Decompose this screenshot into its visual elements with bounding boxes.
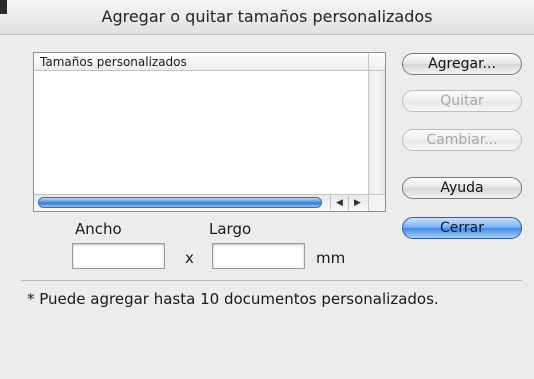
info-note: * Puede agregar hasta 10 documentos pers… <box>27 290 439 308</box>
divider <box>21 280 522 281</box>
title-bar[interactable]: Agregar o quitar tamaños personalizados <box>0 0 534 35</box>
add-button[interactable]: Agregar... <box>402 53 522 75</box>
scroll-right-arrow-icon[interactable]: ▶ <box>348 196 366 210</box>
change-button[interactable]: Cambiar... <box>402 129 522 151</box>
close-button[interactable]: Cerrar <box>402 217 522 239</box>
list-body[interactable] <box>34 71 368 194</box>
height-field[interactable] <box>212 243 305 269</box>
dialog-window: Agregar o quitar tamaños personalizados … <box>0 0 534 379</box>
width-label: Ancho <box>75 220 122 238</box>
horizontal-scrollbar[interactable]: ◀ ▶ <box>34 194 368 211</box>
vertical-scrollbar[interactable] <box>368 71 385 194</box>
scroll-corner <box>368 194 385 211</box>
list-header-filler <box>368 53 385 71</box>
height-label: Largo <box>209 220 252 238</box>
unit-label: mm <box>316 249 346 267</box>
remove-button[interactable]: Quitar <box>402 90 522 112</box>
width-field[interactable] <box>72 243 165 269</box>
list-column-header[interactable]: Tamaños personalizados <box>34 53 368 71</box>
scroll-left-arrow-icon[interactable]: ◀ <box>330 196 348 210</box>
window-title: Agregar o quitar tamaños personalizados <box>101 7 433 26</box>
custom-sizes-list[interactable]: Tamaños personalizados ◀ ▶ <box>33 52 386 212</box>
horizontal-scroll-thumb[interactable] <box>38 197 322 208</box>
help-button[interactable]: Ayuda <box>402 177 522 199</box>
horizontal-scroll-arrows: ◀ ▶ <box>330 196 366 210</box>
dimension-separator: x <box>185 249 194 267</box>
